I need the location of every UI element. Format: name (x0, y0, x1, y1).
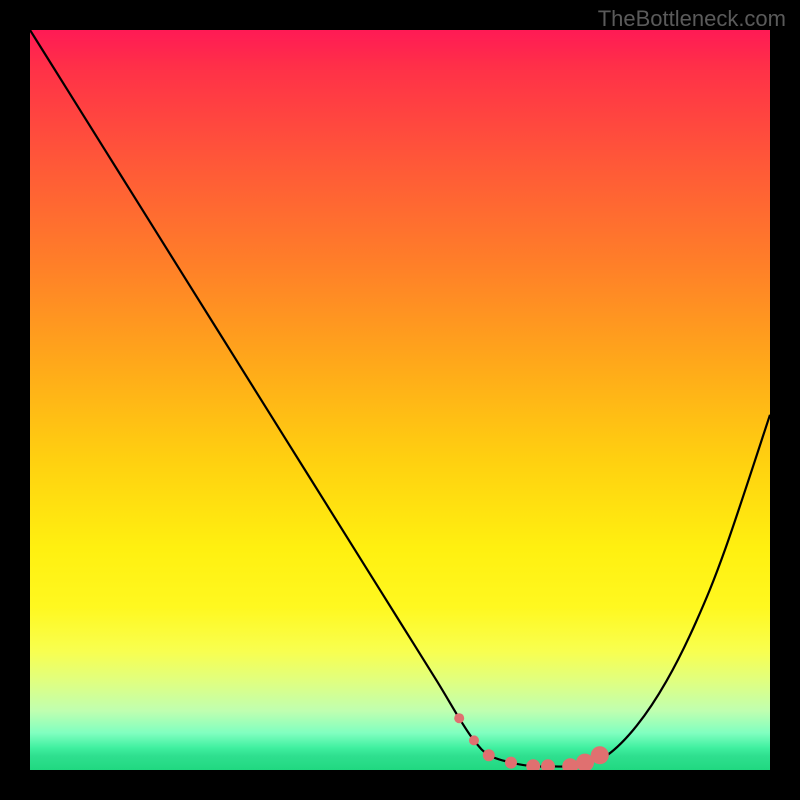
marker-dot (591, 746, 609, 764)
highlight-markers (454, 713, 609, 770)
plot-area (30, 30, 770, 770)
marker-dot (454, 713, 464, 723)
curve-svg (30, 30, 770, 770)
marker-dot (483, 749, 495, 761)
marker-dot (505, 757, 517, 769)
marker-dot (469, 735, 479, 745)
chart-container: TheBottleneck.com (0, 0, 800, 800)
marker-dot (526, 759, 540, 770)
bottleneck-curve (30, 30, 770, 767)
marker-dot (562, 758, 578, 770)
marker-dot (541, 759, 555, 770)
attribution-text: TheBottleneck.com (598, 6, 786, 32)
